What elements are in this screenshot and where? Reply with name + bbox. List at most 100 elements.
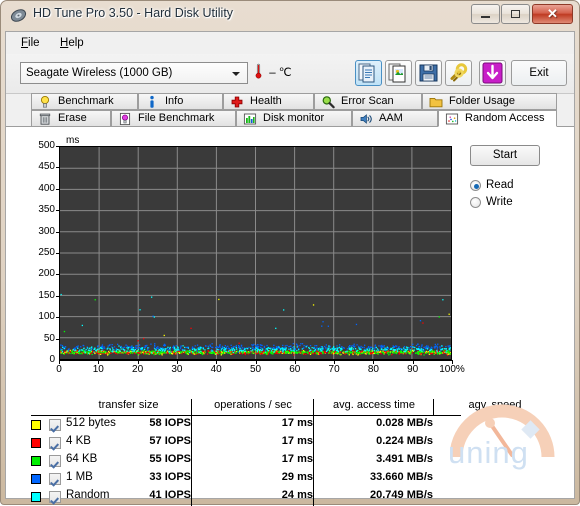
tab-health[interactable]: Health — [223, 93, 314, 110]
bar-chart-icon — [243, 112, 257, 126]
cell-avg-speed: 0.224 MB/s — [333, 435, 433, 447]
temperature-indicator: – ℃ — [255, 63, 292, 85]
copy-text-icon — [356, 61, 381, 85]
series-checkbox[interactable] — [49, 491, 61, 503]
cell-operations-sec: 58 IOPS — [91, 417, 191, 429]
restore-button[interactable] — [501, 4, 530, 24]
floppy-save-icon — [416, 61, 441, 85]
cell-operations-sec: 33 IOPS — [91, 471, 191, 483]
cell-transfer-size: 4 KB — [66, 435, 91, 447]
col-avg-access-time: avg. access time — [315, 399, 433, 411]
results-table: transfer size operations / sec avg. acce… — [31, 399, 461, 506]
table-body: 512 bytes58 IOPS17 ms0.028 MB/s4 KB57 IO… — [31, 416, 461, 506]
tab-folder-usage[interactable]: Folder Usage — [422, 93, 557, 110]
series-color-swatch — [31, 420, 41, 430]
series-color-swatch — [31, 492, 41, 502]
cell-avg-access-time: 29 ms — [213, 471, 313, 483]
info-icon — [145, 95, 159, 109]
title-bar: HD Tune Pro 3.50 - Hard Disk Utility ✕ — [1, 1, 579, 30]
series-checkbox[interactable] — [49, 473, 61, 485]
copy-image-icon — [386, 61, 411, 85]
cell-operations-sec: 55 IOPS — [91, 453, 191, 465]
x-tick-label: 60 — [279, 364, 311, 375]
tab-error-scan[interactable]: Error Scan — [314, 93, 422, 110]
col-transfer-size: transfer size — [66, 399, 191, 411]
table-row[interactable]: 1 MB33 IOPS29 ms33.660 MB/s — [31, 470, 461, 488]
tab-bar: Benchmark Info Health Err — [6, 93, 574, 127]
cell-avg-access-time: 17 ms — [213, 417, 313, 429]
x-tick-label: 90 — [397, 364, 429, 375]
tab-erase[interactable]: Erase — [31, 110, 111, 127]
tab-file-benchmark[interactable]: File Benchmark — [111, 110, 236, 127]
tab-info[interactable]: Info — [138, 93, 223, 110]
save-button[interactable] — [415, 60, 442, 86]
table-header-row: transfer size operations / sec avg. acce… — [31, 399, 461, 416]
download-button[interactable] — [479, 60, 506, 86]
copy-text-button[interactable] — [355, 60, 382, 86]
menu-help[interactable]: Help — [53, 35, 91, 51]
cell-avg-speed: 0.028 MB/s — [333, 417, 433, 429]
x-tick-label: 0 — [43, 364, 75, 375]
series-color-swatch — [31, 438, 41, 448]
copy-image-button[interactable] — [385, 60, 412, 86]
menu-help-label: Help — [60, 37, 84, 49]
tab-random-access[interactable]: Random Access — [438, 110, 557, 127]
cell-operations-sec: 57 IOPS — [91, 435, 191, 447]
x-tick-label: 20 — [122, 364, 154, 375]
table-row[interactable]: Random41 IOPS24 ms20.749 MB/s — [31, 488, 461, 506]
series-checkbox[interactable] — [49, 419, 61, 431]
table-row[interactable]: 4 KB57 IOPS 17 ms 0.224 MB/s — [31, 434, 461, 452]
y-tick-label: 150 — [31, 290, 55, 301]
minimize-button[interactable] — [471, 4, 500, 24]
close-button[interactable]: ✕ — [532, 4, 573, 24]
random-access-panel: ms 0501001502002503003504004505000102030… — [6, 126, 574, 498]
x-tick-label: 50 — [240, 364, 272, 375]
folder-icon — [429, 95, 443, 109]
exit-button[interactable]: Exit — [511, 60, 567, 86]
cell-operations-sec: 41 IOPS — [91, 489, 191, 501]
series-checkbox[interactable] — [49, 437, 61, 449]
tab-benchmark[interactable]: Benchmark — [31, 93, 138, 110]
cell-avg-speed: 20.749 MB/s — [333, 489, 433, 501]
drive-select[interactable]: Seagate Wireless (1000 GB) — [20, 62, 248, 84]
tab-benchmark-label: Benchmark — [58, 94, 114, 109]
cell-transfer-size: 1 MB — [66, 471, 93, 483]
cell-avg-access-time: 17 ms — [213, 435, 313, 447]
options-button[interactable] — [445, 60, 472, 86]
y-tick — [56, 210, 60, 211]
x-tick-label: 10 — [82, 364, 114, 375]
tab-aam[interactable]: AAM — [352, 110, 438, 127]
x-tick — [452, 360, 453, 364]
table-row[interactable]: 512 bytes58 IOPS17 ms0.028 MB/s — [31, 416, 461, 434]
x-tick-label: 40 — [200, 364, 232, 375]
menu-file[interactable]: File — [14, 35, 47, 51]
start-button-label: Start — [493, 149, 517, 161]
tab-disk-monitor[interactable]: Disk monitor — [236, 110, 352, 127]
radio-write-label: Write — [486, 194, 513, 210]
y-tick — [56, 189, 60, 190]
toolbar: Seagate Wireless (1000 GB) – ℃ — [6, 54, 574, 94]
start-button[interactable]: Start — [470, 145, 540, 166]
y-tick-label: 100 — [31, 311, 55, 322]
scatter-icon — [445, 112, 459, 126]
y-tick-label: 300 — [31, 226, 55, 237]
x-tick-label: 100% — [436, 364, 468, 375]
tab-aam-label: AAM — [379, 111, 403, 126]
series-color-swatch — [31, 474, 41, 484]
cell-avg-access-time: 24 ms — [213, 489, 313, 501]
tab-random-access-label: Random Access — [465, 111, 544, 126]
window-title: HD Tune Pro 3.50 - Hard Disk Utility — [33, 6, 233, 20]
table-row[interactable]: 64 KB55 IOPS17 ms3.491 MB/s — [31, 452, 461, 470]
tab-erase-label: Erase — [58, 111, 87, 126]
tab-error-scan-label: Error Scan — [341, 94, 394, 109]
y-tick — [56, 253, 60, 254]
series-checkbox[interactable] — [49, 455, 61, 467]
client-area: File Help Seagate Wireless (1000 GB) – ℃ — [5, 31, 575, 499]
scatter-plot-svg — [60, 147, 451, 359]
radio-read-label: Read — [486, 177, 514, 193]
drive-select-value: Seagate Wireless (1000 GB) — [26, 67, 172, 79]
thermometer-icon — [255, 63, 262, 79]
speaker-icon — [359, 112, 373, 126]
y-tick — [56, 274, 60, 275]
cell-avg-access-time: 17 ms — [213, 453, 313, 465]
